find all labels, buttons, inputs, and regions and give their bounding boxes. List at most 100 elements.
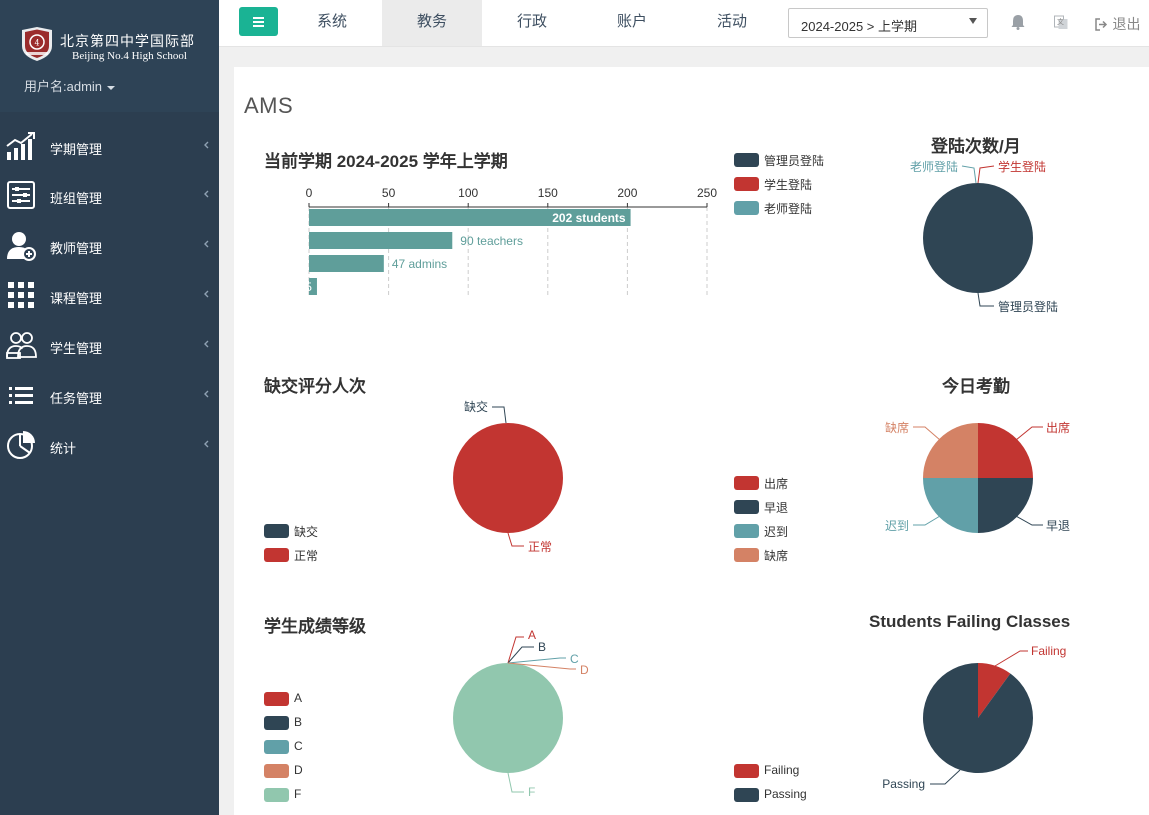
- pie-label: F: [528, 785, 535, 799]
- bell-icon[interactable]: [1011, 14, 1025, 30]
- pie-label: 迟到: [885, 519, 909, 533]
- x-tick-label: 250: [697, 186, 717, 200]
- term-bar-chart: 0 50 100 150 200 250 202 students 90 teachers 47…: [305, 186, 717, 295]
- user-menu[interactable]: 用户名:admin: [24, 76, 115, 95]
- chevron-left-icon: [204, 390, 209, 398]
- sidebar-item-term[interactable]: 学期管理: [0, 124, 219, 172]
- pie-label: 缺席: [885, 420, 909, 435]
- legend-label: 学生登陆: [764, 178, 813, 192]
- translate-icon[interactable]: 文: [1054, 14, 1068, 30]
- legend-label: 迟到: [764, 525, 789, 539]
- sidebar-item-student[interactable]: 学生管理: [0, 323, 219, 371]
- pie-label: 学生登陆: [998, 159, 1046, 174]
- legend-swatch: [264, 524, 289, 538]
- hamburger-line: [253, 17, 264, 19]
- pie-label: C: [570, 652, 579, 666]
- grades-pie-chart: AB CD F: [453, 628, 589, 799]
- brand-header: 4 北京第四中学国际部 Beijing No.4 High School 用户名…: [0, 0, 219, 112]
- legend-label: F: [294, 787, 302, 801]
- label-leader: [977, 165, 995, 184]
- sign-out-icon: [1095, 17, 1108, 31]
- pie-label: 老师登陆: [910, 159, 958, 174]
- sidebar-item-class[interactable]: 班组管理: [0, 173, 219, 221]
- sidebar-item-label: 课程管理: [50, 291, 103, 306]
- hamburger-line: [253, 21, 264, 23]
- label-leader: [1015, 426, 1043, 441]
- label-leader: [961, 165, 977, 184]
- tab-academic[interactable]: 教务: [382, 0, 482, 46]
- label-leader: [1015, 515, 1043, 526]
- pie-slice: [978, 478, 1033, 533]
- pie-stats-icon: [7, 431, 35, 459]
- logout-label: 退出: [1112, 16, 1141, 32]
- caret-down-icon: [106, 85, 115, 90]
- tab-system[interactable]: 系统: [282, 0, 382, 46]
- tab-activity[interactable]: 活动: [682, 0, 782, 46]
- chart-title-attendance: 今日考勤: [942, 377, 1010, 396]
- label-leader: [507, 636, 524, 664]
- sidebar-item-teacher[interactable]: 教师管理: [0, 223, 219, 271]
- pie-slice: [923, 183, 1033, 293]
- chart-title-failing: Students Failing Classes: [869, 612, 1071, 631]
- x-tick-label: 100: [458, 186, 478, 200]
- label-leader: [507, 657, 566, 664]
- legend-label: 早退: [764, 501, 789, 515]
- pie-label: 缺交: [464, 399, 488, 414]
- pie-label: 出席: [1046, 420, 1070, 435]
- legend-swatch: [264, 788, 289, 802]
- chevron-left-icon: [204, 340, 209, 348]
- legend-label: 缺席: [764, 549, 789, 563]
- legend-label: D: [294, 763, 303, 777]
- sidebar-item-label: 教师管理: [50, 241, 103, 256]
- tab-account[interactable]: 账户: [582, 0, 682, 46]
- label-leader: [507, 772, 524, 793]
- legend-label: 管理员登陆: [764, 154, 825, 168]
- menu-toggle-button[interactable]: [239, 7, 278, 36]
- list-icon: [9, 387, 33, 404]
- sidebar-item-label: 任务管理: [50, 391, 103, 406]
- legend-swatch: [734, 177, 759, 191]
- pie-slice: [923, 478, 978, 533]
- legend-swatch: [264, 692, 289, 706]
- legend-label: B: [294, 715, 303, 729]
- label-leader: [492, 406, 507, 424]
- x-tick-label: 50: [382, 186, 396, 200]
- bar-label: 90 teachers: [460, 234, 523, 248]
- legend-label: Passing: [764, 787, 807, 801]
- bar-label: 47 admins: [392, 257, 447, 271]
- chart-title-term: 当前学期 2024-2025 学年上学期: [264, 152, 508, 171]
- term-select-value: 2024-2025 > 上学期: [801, 19, 917, 34]
- hamburger-line: [253, 25, 264, 27]
- pie-label: 早退: [1046, 519, 1070, 533]
- chart-title-absent: 缺交评分人次: [264, 377, 366, 396]
- sidebar-item-stats[interactable]: 统计: [0, 423, 219, 471]
- failing-pie-chart: Failing Passing: [882, 644, 1066, 791]
- term-select[interactable]: 2024-2025 > 上学期: [788, 8, 988, 38]
- sidebar-item-label: 班组管理: [50, 191, 103, 206]
- top-bar: 系统 教务 行政 账户 活动 2024-2025 > 上学期 文 退出: [219, 0, 1149, 47]
- bar-label: 202 students: [552, 211, 626, 225]
- legend-swatch: [264, 716, 289, 730]
- sidebar-item-task[interactable]: 任务管理: [0, 373, 219, 421]
- logins-pie-chart: 老师登陆 学生登陆管理员登陆: [910, 159, 1058, 314]
- legend-swatch: [264, 548, 289, 562]
- label-leader: [930, 769, 961, 785]
- x-tick-label: 200: [617, 186, 637, 200]
- tab-admin[interactable]: 行政: [482, 0, 582, 46]
- grid-icon: [8, 282, 34, 308]
- pie-label: D: [580, 663, 589, 677]
- legend-label: C: [294, 739, 303, 753]
- sidebar-item-course[interactable]: 课程管理: [0, 273, 219, 321]
- school-name-cn: 北京第四中学国际部: [60, 34, 195, 50]
- x-tick-label: 0: [306, 186, 313, 200]
- pie-label: A: [528, 628, 536, 642]
- users-icon: [6, 332, 37, 359]
- svg-text:4: 4: [34, 39, 39, 48]
- label-leader: [507, 532, 524, 547]
- absent-pie-chart: 缺交正常: [453, 399, 563, 554]
- chevron-left-icon: [204, 141, 209, 149]
- logout-button[interactable]: 退出: [1095, 14, 1140, 32]
- attendance-pie-chart: 出席早退 迟到 缺席: [885, 420, 1070, 533]
- legend-swatch: [734, 788, 759, 802]
- legend-swatch: [734, 764, 759, 778]
